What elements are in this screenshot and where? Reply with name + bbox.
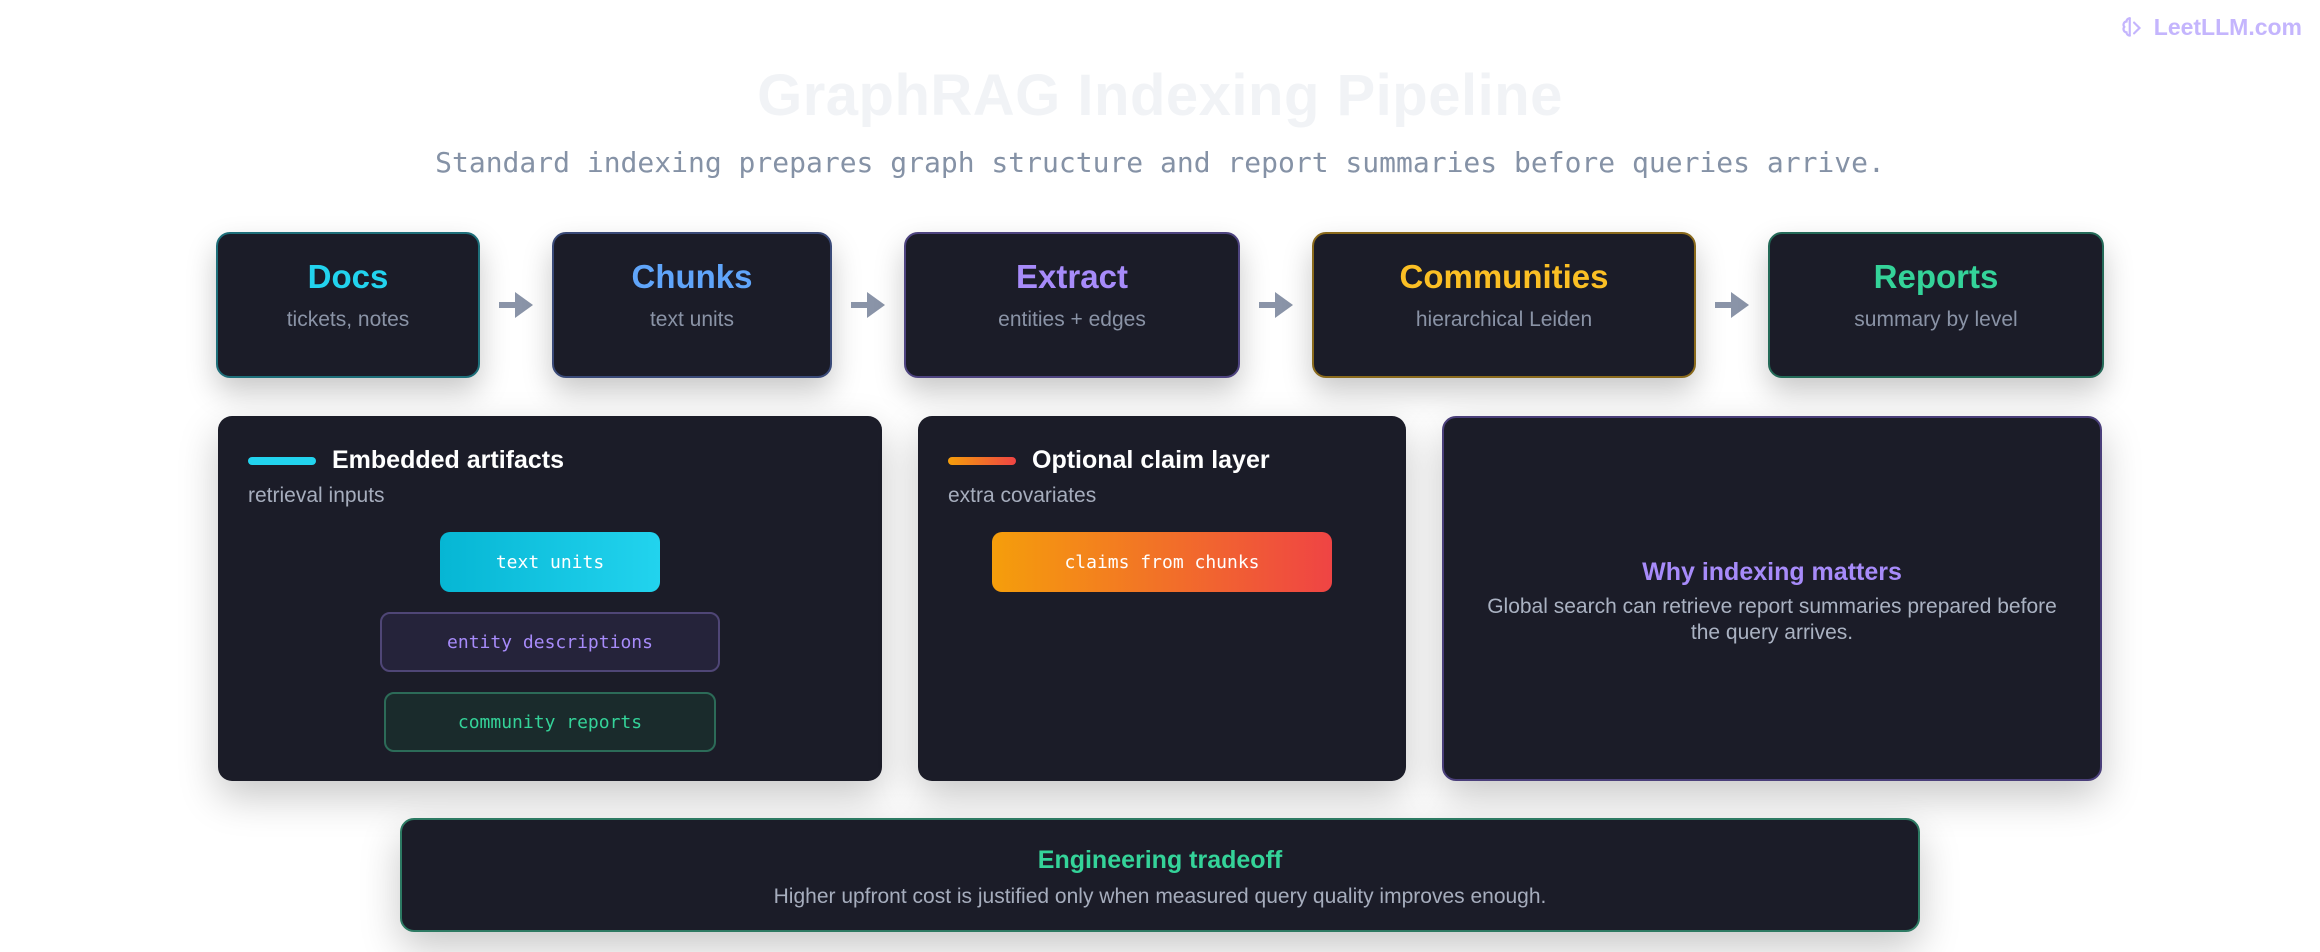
stage-extract: Extract entities + edges <box>904 232 1240 378</box>
engineering-tradeoff-card: Engineering tradeoff Higher upfront cost… <box>400 818 1920 932</box>
panel-subtitle: extra covariates <box>948 484 1097 507</box>
chip-community-reports: community reports <box>384 692 716 752</box>
embedded-artifacts-panel: Embedded artifacts retrieval inputs text… <box>218 416 882 781</box>
accent-bar <box>248 456 316 465</box>
page-title: GraphRAG Indexing Pipeline <box>757 63 1563 128</box>
why-title: Why indexing matters <box>1642 558 1902 586</box>
accent-bar <box>948 456 1016 465</box>
stage-desc: tickets, notes <box>286 308 410 331</box>
arrow-right-icon <box>1715 290 1749 320</box>
stage-desc: hierarchical Leiden <box>1415 308 1593 331</box>
tradeoff-title: Engineering tradeoff <box>1037 846 1283 874</box>
claim-layer-panel: Optional claim layer extra covariates cl… <box>918 416 1406 781</box>
chip-entity-descriptions: entity descriptions <box>380 612 720 672</box>
stage-desc: summary by level <box>1854 308 2018 331</box>
stage-name: Communities <box>1399 258 1609 295</box>
arrow-right-icon <box>851 290 885 320</box>
brain-logo-icon <box>2122 16 2141 37</box>
arrow-right-icon <box>499 290 533 320</box>
chip-text-units: text units <box>440 532 660 592</box>
stage-name: Docs <box>307 258 389 295</box>
panel-title: Optional claim layer <box>1032 446 1270 474</box>
why-text: Global search can retrieve report summar… <box>1487 595 2057 644</box>
stage-name: Reports <box>1873 258 1999 295</box>
page-subtitle: Standard indexing prepares graph structu… <box>435 146 1885 179</box>
panel-title: Embedded artifacts <box>332 446 565 474</box>
stage-communities: Communities hierarchical Leiden <box>1312 232 1696 378</box>
chip-claims-from-chunks: claims from chunks <box>992 532 1332 592</box>
stage-name: Extract <box>1016 258 1128 295</box>
stage-docs: Docs tickets, notes <box>216 232 480 378</box>
stage-chunks: Chunks text units <box>552 232 832 378</box>
why-indexing-panel: Why indexing matters Global search can r… <box>1442 416 2102 781</box>
panel-subtitle: retrieval inputs <box>248 484 385 507</box>
brand-text: LeetLLM.com <box>2153 14 2302 40</box>
brand-logo[interactable]: LeetLLM.com <box>2120 14 2302 41</box>
stage-name: Chunks <box>631 258 753 295</box>
arrow-right-icon <box>1259 290 1293 320</box>
stage-reports: Reports summary by level <box>1768 232 2104 378</box>
tradeoff-text: Higher upfront cost is justified only wh… <box>773 885 1547 908</box>
stage-desc: text units <box>649 308 735 331</box>
stage-desc: entities + edges <box>998 308 1146 331</box>
panel-header: Optional claim layer <box>948 446 1270 475</box>
panel-header: Embedded artifacts <box>248 446 564 475</box>
